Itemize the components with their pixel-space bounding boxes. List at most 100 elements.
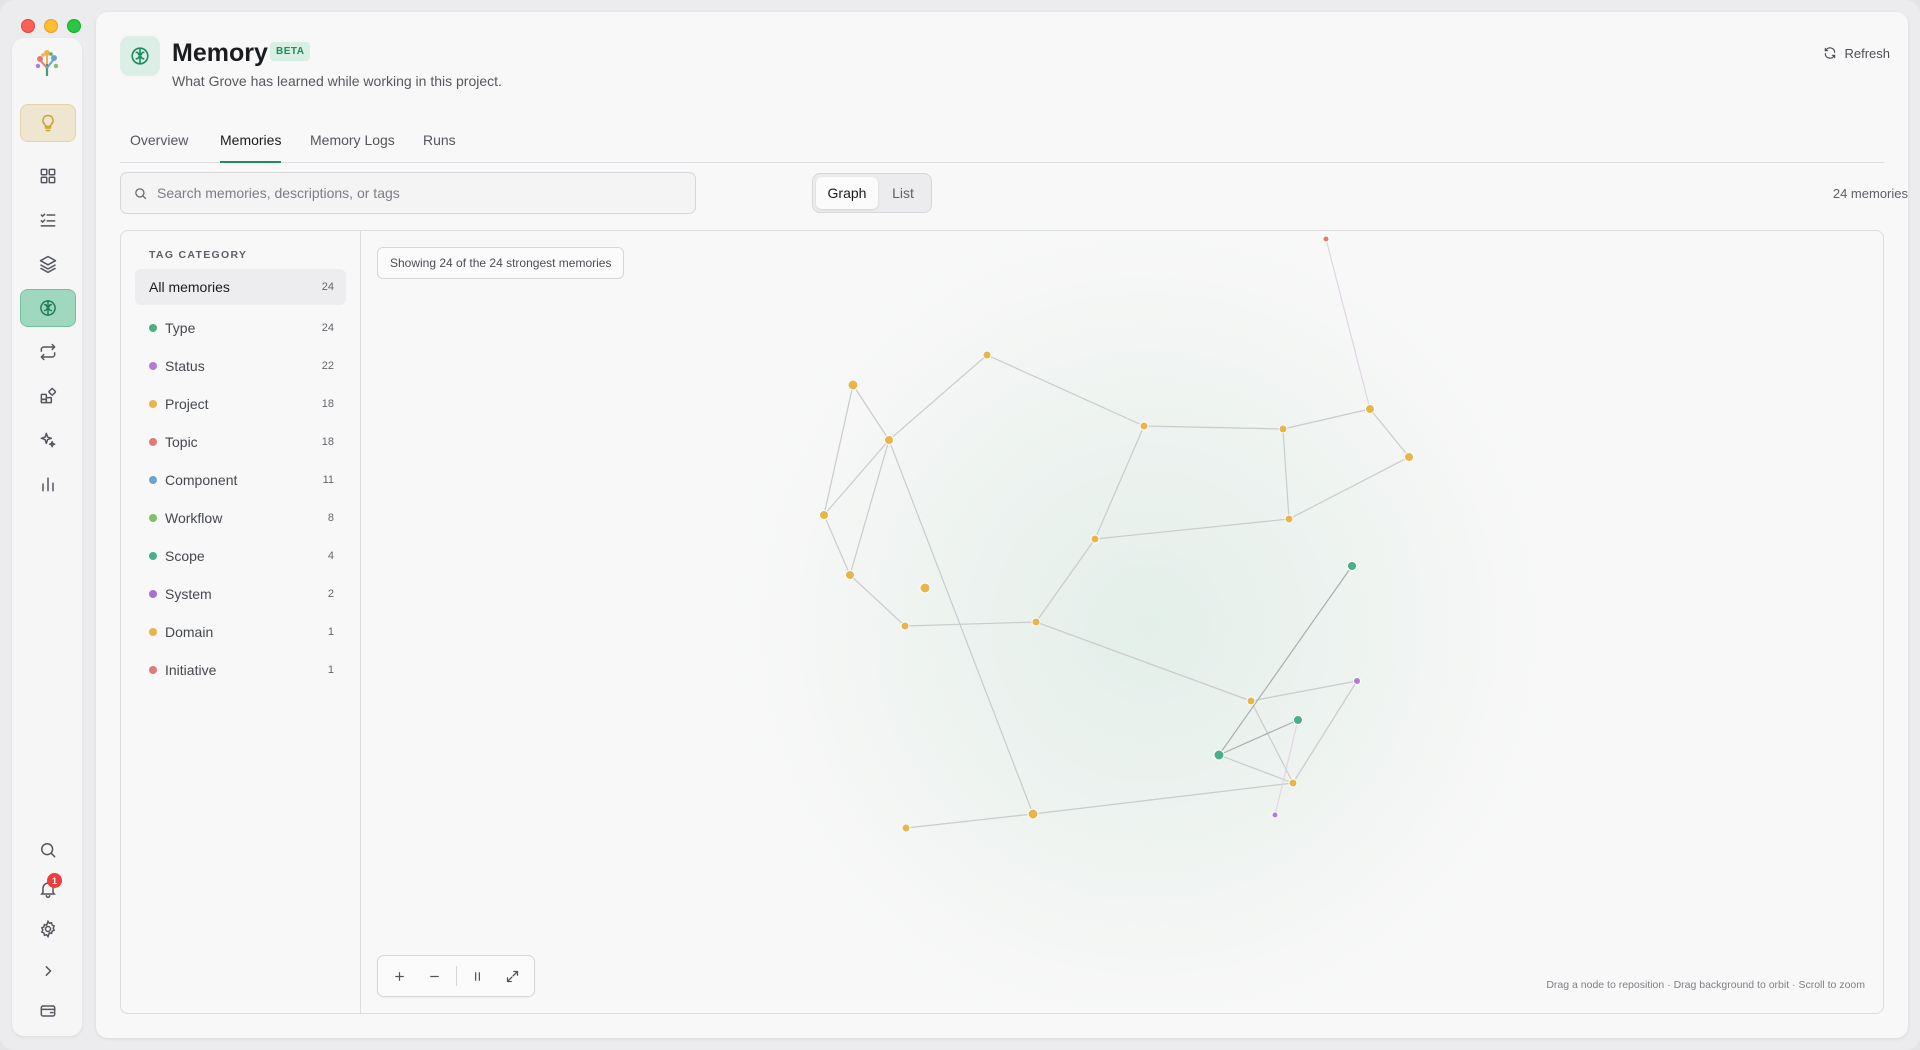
rail-expand-button[interactable] — [20, 952, 76, 990]
graph-canvas[interactable] — [361, 231, 1883, 1013]
refresh-button[interactable]: Refresh — [1813, 40, 1900, 66]
chart-icon — [42, 477, 54, 492]
rail-dashboard-button[interactable] — [20, 157, 76, 195]
list-view-button[interactable]: List — [880, 177, 926, 209]
category-project[interactable]: Project 18 — [135, 385, 346, 423]
rail-tasks-button[interactable] — [20, 201, 76, 239]
category-type[interactable]: Type 24 — [135, 309, 346, 347]
category-color-dot — [149, 400, 157, 408]
gear-icon — [40, 919, 56, 939]
layers-icon — [39, 255, 57, 274]
tab-memories[interactable]: Memories — [220, 132, 282, 163]
lightbulb-icon — [42, 114, 54, 132]
tab-memory-logs[interactable]: Memory Logs — [310, 132, 395, 161]
memory-node[interactable] — [1293, 715, 1303, 725]
category-domain[interactable]: Domain 1 — [135, 613, 346, 651]
memory-node[interactable] — [1365, 404, 1375, 414]
category-label: Scope — [165, 548, 205, 564]
sparkles-icon — [40, 432, 56, 448]
memory-node[interactable] — [982, 350, 992, 360]
graph-view-button[interactable]: Graph — [816, 177, 878, 209]
category-label: Initiative — [165, 662, 217, 678]
memory-panel: TAG CATEGORY All memories 24 Type 24 Statu… — [120, 230, 1884, 1014]
zoom-in-button[interactable] — [384, 960, 415, 992]
memory-node[interactable] — [1347, 561, 1357, 571]
rail-settings-button[interactable] — [20, 910, 76, 948]
category-count: 24 — [321, 281, 334, 293]
window-controls — [21, 19, 81, 33]
rail-search-button[interactable] — [20, 831, 76, 869]
category-label: Component — [165, 472, 238, 488]
rail-lightbulb-button[interactable] — [20, 104, 76, 142]
tag-category-sidebar: TAG CATEGORY All memories 24 Type 24 Statu… — [121, 231, 361, 1013]
tag-category-list: All memories 24 Type 24 Status 22 Project 18 T… — [135, 269, 346, 689]
grid-icon — [40, 168, 56, 184]
tab-overview[interactable]: Overview — [130, 132, 188, 161]
memory-node[interactable] — [1246, 696, 1256, 706]
memory-node[interactable] — [819, 510, 829, 520]
memory-node[interactable] — [901, 823, 911, 833]
category-all-memories[interactable]: All memories 24 — [135, 269, 346, 305]
rail-sync-button[interactable] — [20, 333, 76, 371]
memory-node[interactable] — [845, 570, 855, 580]
app-window: 1 Memory BETA What Grove has learned whi… — [0, 0, 1920, 1050]
expand-icon — [507, 970, 519, 982]
memory-node[interactable] — [1322, 235, 1330, 243]
memory-node[interactable] — [1031, 617, 1041, 627]
fullscreen-button[interactable] — [497, 960, 528, 992]
tab-runs[interactable]: Runs — [423, 132, 456, 161]
category-system[interactable]: System 2 — [135, 575, 346, 613]
memory-node[interactable] — [847, 379, 859, 391]
search-input[interactable] — [157, 185, 695, 201]
memory-node[interactable] — [1271, 811, 1279, 819]
category-count: 24 — [321, 322, 334, 334]
memory-node[interactable] — [884, 435, 894, 445]
memory-graph[interactable]: Showing 24 of the 24 strongest memories — [361, 231, 1883, 1013]
category-color-dot — [149, 324, 157, 332]
pause-button[interactable] — [463, 960, 494, 992]
memory-node[interactable] — [1213, 749, 1225, 761]
memory-node[interactable] — [1090, 534, 1100, 544]
rail-layers-button[interactable] — [20, 245, 76, 283]
close-window-button[interactable] — [21, 19, 35, 33]
brain-icon — [40, 300, 56, 316]
category-topic[interactable]: Topic 18 — [135, 423, 346, 461]
category-workflow[interactable]: Workflow 8 — [135, 499, 346, 537]
rail-analytics-button[interactable] — [20, 465, 76, 503]
category-label: Topic — [165, 434, 198, 450]
minimize-window-button[interactable] — [44, 19, 58, 33]
main-content: Memory BETA What Grove has learned while… — [96, 12, 1908, 1038]
category-color-dot — [149, 438, 157, 446]
apps-icon — [40, 387, 57, 404]
category-count: 18 — [321, 436, 334, 448]
rail-screen-button[interactable] — [20, 992, 76, 1030]
memory-node[interactable] — [1353, 677, 1361, 685]
memory-node[interactable] — [1139, 421, 1149, 431]
rail-apps-button[interactable] — [20, 377, 76, 415]
rail-memory-button[interactable] — [20, 289, 76, 327]
category-label: Type — [165, 320, 196, 336]
memory-node[interactable] — [1288, 778, 1298, 788]
maximize-window-button[interactable] — [67, 19, 81, 33]
search-box — [120, 172, 696, 214]
zoom-out-button[interactable] — [419, 960, 450, 992]
memory-node[interactable] — [1284, 514, 1294, 524]
memory-node[interactable] — [1278, 424, 1288, 434]
category-color-dot — [149, 628, 157, 636]
memory-node[interactable] — [1404, 452, 1414, 462]
category-color-dot — [149, 552, 157, 560]
category-scope[interactable]: Scope 4 — [135, 537, 346, 575]
rail-notifications-button[interactable]: 1 — [20, 870, 76, 908]
memory-node[interactable] — [900, 621, 910, 631]
beta-badge: BETA — [270, 42, 311, 61]
category-status[interactable]: Status 22 — [135, 347, 346, 385]
memory-node[interactable] — [1027, 808, 1039, 820]
category-color-dot — [149, 362, 157, 370]
memory-node[interactable] — [919, 582, 931, 594]
rail-ai-button[interactable] — [20, 421, 76, 459]
category-component[interactable]: Component 11 — [135, 461, 346, 499]
grove-logo-icon[interactable] — [29, 46, 65, 82]
search-icon — [41, 843, 56, 858]
repeat-icon — [40, 343, 56, 361]
category-initiative[interactable]: Initiative 1 — [135, 651, 346, 689]
